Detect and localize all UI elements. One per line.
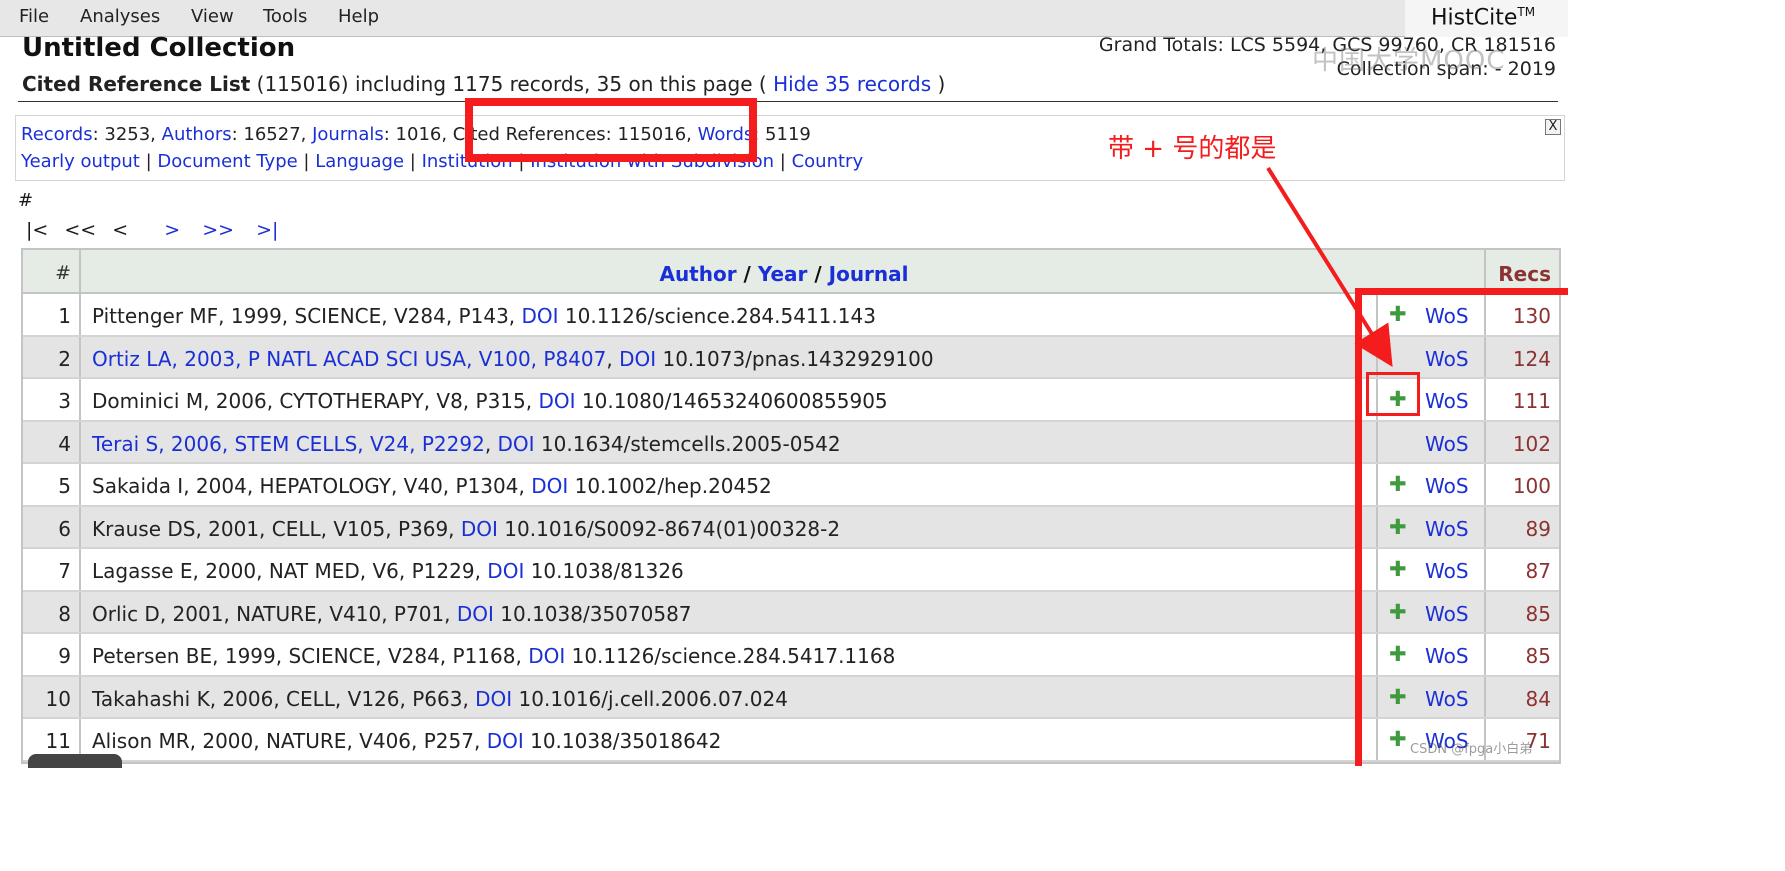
csdn-watermark: CSDN @fpga小白弟 bbox=[1410, 742, 1533, 757]
scroll-handle[interactable] bbox=[28, 754, 122, 768]
annotation-arrow bbox=[1266, 166, 1393, 367]
